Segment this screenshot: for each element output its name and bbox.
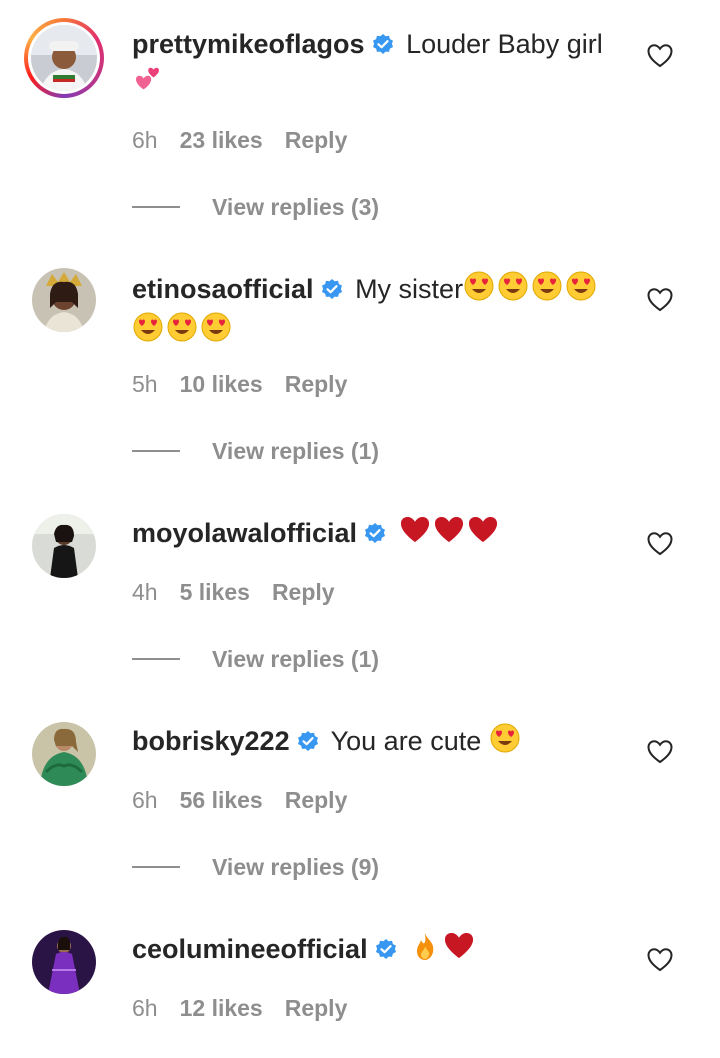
likes-count[interactable]: 56 likes bbox=[180, 787, 263, 813]
view-replies-button[interactable]: View replies (9) bbox=[132, 852, 379, 882]
avatar-white-cap-man-icon bbox=[31, 25, 97, 91]
red-heart-icon bbox=[443, 930, 475, 971]
divider bbox=[132, 658, 180, 660]
like-heart-icon[interactable] bbox=[646, 286, 674, 314]
verified-badge-icon bbox=[374, 934, 398, 970]
avatar-woman-green-dress-icon bbox=[32, 722, 96, 786]
like-heart-icon[interactable] bbox=[646, 946, 674, 974]
comment-body: Louder Baby girl bbox=[406, 29, 603, 59]
likes-count[interactable]: 5 likes bbox=[180, 579, 250, 605]
view-replies-button[interactable]: View replies (1) bbox=[132, 644, 379, 674]
comment-text: prettymikeoflagos Louder Baby girl bbox=[132, 26, 622, 106]
comment-body: My sister bbox=[355, 274, 464, 304]
timestamp: 6h bbox=[132, 787, 158, 813]
verified-badge-icon bbox=[296, 726, 320, 762]
verified-badge-icon bbox=[320, 274, 344, 310]
heart-eyes-icon bbox=[531, 270, 563, 311]
username[interactable]: moyolawalofficial bbox=[132, 518, 357, 548]
comment-text: bobrisky222 You are cute bbox=[132, 722, 622, 763]
like-heart-icon[interactable] bbox=[646, 42, 674, 70]
username[interactable]: etinosaofficial bbox=[132, 274, 314, 304]
reply-button[interactable]: Reply bbox=[285, 787, 348, 813]
comment-meta: 6h 12 likes Reply bbox=[132, 994, 369, 1022]
reply-button[interactable]: Reply bbox=[285, 371, 348, 397]
heart-eyes-icon bbox=[463, 270, 495, 311]
reply-button[interactable]: Reply bbox=[285, 127, 348, 153]
heart-eyes-icon bbox=[497, 270, 529, 311]
like-heart-icon[interactable] bbox=[646, 530, 674, 558]
comment-meta: 6h 56 likes Reply bbox=[132, 786, 369, 814]
view-replies-label: View replies (9) bbox=[212, 853, 380, 880]
heart-eyes-icon bbox=[166, 311, 198, 352]
avatar[interactable] bbox=[24, 18, 104, 98]
timestamp: 6h bbox=[132, 995, 158, 1021]
fire-icon bbox=[409, 930, 441, 971]
reply-button[interactable]: Reply bbox=[285, 995, 348, 1021]
avatar[interactable] bbox=[32, 722, 96, 786]
view-replies-button[interactable]: View replies (3) bbox=[132, 192, 379, 222]
view-replies-label: View replies (3) bbox=[212, 193, 380, 220]
comment-text: etinosaofficial My sister bbox=[132, 270, 622, 352]
view-replies-button[interactable]: View replies (1) bbox=[132, 436, 379, 466]
avatar-woman-purple-gown-icon bbox=[32, 930, 96, 994]
avatar[interactable] bbox=[32, 514, 96, 578]
likes-count[interactable]: 23 likes bbox=[180, 127, 263, 153]
comment-body: You are cute bbox=[330, 726, 482, 756]
avatar-woman-dark-dress-icon bbox=[32, 514, 96, 578]
two-hearts-icon bbox=[132, 65, 164, 106]
comment-meta: 4h 5 likes Reply bbox=[132, 578, 357, 606]
avatar-crowned-woman-icon bbox=[32, 268, 96, 332]
username[interactable]: ceolumineeofficial bbox=[132, 934, 368, 964]
comment-text: moyolawalofficial bbox=[132, 514, 622, 555]
username[interactable]: prettymikeoflagos bbox=[132, 29, 365, 59]
view-replies-label: View replies (1) bbox=[212, 437, 380, 464]
comment-meta: 5h 10 likes Reply bbox=[132, 370, 369, 398]
comment-text: ceolumineeofficial bbox=[132, 930, 622, 971]
heart-eyes-icon bbox=[565, 270, 597, 311]
verified-badge-icon bbox=[363, 518, 387, 554]
timestamp: 4h bbox=[132, 579, 158, 605]
comment-meta: 6h 23 likes Reply bbox=[132, 126, 369, 154]
heart-eyes-icon bbox=[489, 722, 521, 763]
likes-count[interactable]: 12 likes bbox=[180, 995, 263, 1021]
reply-button[interactable]: Reply bbox=[272, 579, 335, 605]
avatar[interactable] bbox=[32, 268, 96, 332]
red-heart-icon bbox=[467, 514, 499, 555]
divider bbox=[132, 450, 180, 452]
heart-eyes-icon bbox=[132, 311, 164, 352]
timestamp: 5h bbox=[132, 371, 158, 397]
likes-count[interactable]: 10 likes bbox=[180, 371, 263, 397]
like-heart-icon[interactable] bbox=[646, 738, 674, 766]
divider bbox=[132, 206, 180, 208]
heart-eyes-icon bbox=[200, 311, 232, 352]
divider bbox=[132, 866, 180, 868]
verified-badge-icon bbox=[371, 29, 395, 65]
red-heart-icon bbox=[433, 514, 465, 555]
username[interactable]: bobrisky222 bbox=[132, 726, 290, 756]
view-replies-label: View replies (1) bbox=[212, 645, 380, 672]
timestamp: 6h bbox=[132, 127, 158, 153]
red-heart-icon bbox=[399, 514, 431, 555]
avatar[interactable] bbox=[32, 930, 96, 994]
